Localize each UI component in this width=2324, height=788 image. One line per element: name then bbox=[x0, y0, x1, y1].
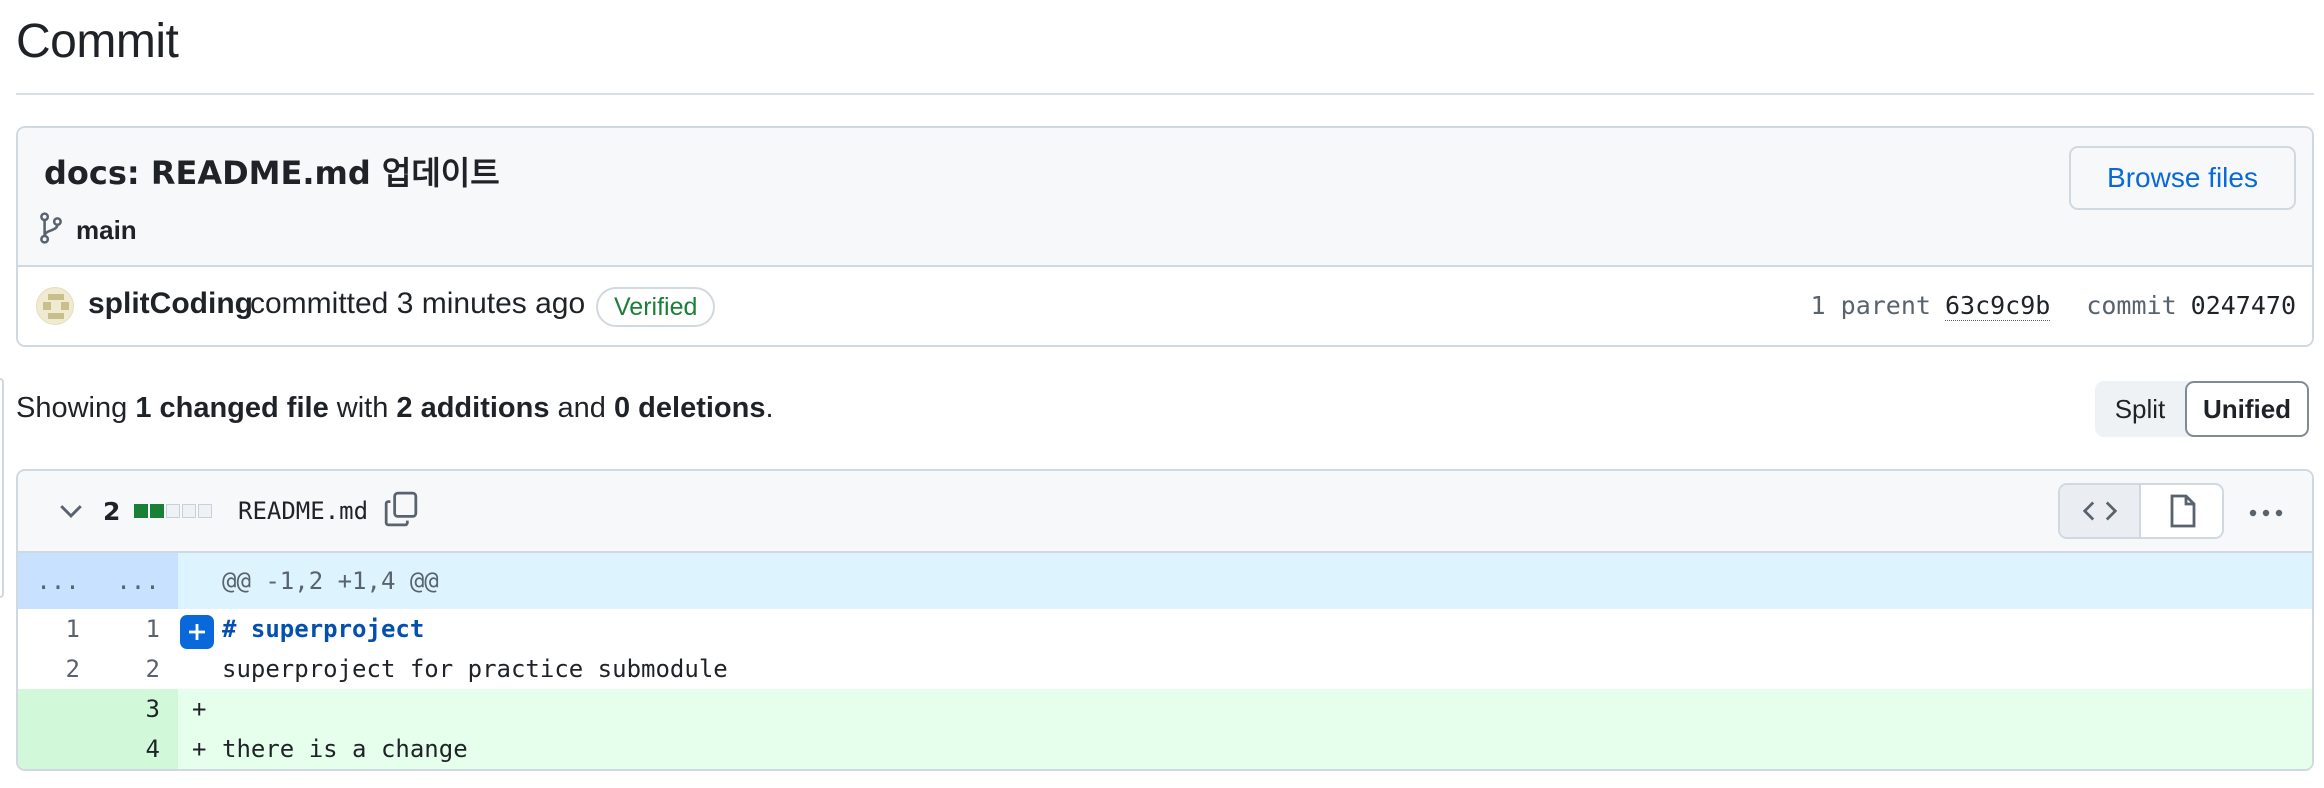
parent-sha-link[interactable]: 63c9c9b bbox=[1944, 291, 2051, 321]
unified-view-button[interactable]: Unified bbox=[2185, 381, 2309, 437]
code-icon[interactable] bbox=[2060, 485, 2142, 537]
file-name-link[interactable]: README.md bbox=[238, 497, 368, 525]
diffstat-addition-block bbox=[134, 504, 148, 518]
line-text: superproject for practice submodule bbox=[222, 655, 728, 683]
parent-label: 1 parent bbox=[1810, 291, 1931, 320]
new-line-number[interactable]: 4 bbox=[98, 729, 178, 769]
verified-badge[interactable]: Verified bbox=[596, 287, 716, 327]
git-branch-icon bbox=[38, 212, 64, 249]
page-title: Commit bbox=[16, 15, 179, 68]
new-line-number[interactable]: 1 bbox=[98, 609, 178, 649]
chevron-down-icon[interactable] bbox=[58, 501, 84, 526]
author-link[interactable]: splitCoding bbox=[88, 287, 253, 321]
old-line-number bbox=[18, 689, 98, 729]
diff-line-added[interactable]: 3 + bbox=[18, 689, 2312, 729]
new-line-number[interactable]: 2 bbox=[98, 649, 178, 689]
commit-message: docs: README.md 업데이트 bbox=[44, 154, 500, 192]
diffstat-addition-block bbox=[150, 504, 164, 518]
hunk-expand-new[interactable]: ... bbox=[98, 553, 178, 609]
file-icon[interactable] bbox=[2141, 485, 2222, 537]
hunk-expand-old[interactable]: ... bbox=[18, 553, 98, 609]
branch-name[interactable]: main bbox=[76, 215, 137, 246]
diffstat-neutral-block bbox=[182, 504, 196, 518]
diffstat-neutral-block bbox=[166, 504, 180, 518]
commit-header: docs: README.md 업데이트 main Browse files bbox=[18, 128, 2312, 267]
old-line-number[interactable]: 1 bbox=[18, 609, 98, 649]
old-line-number bbox=[18, 729, 98, 769]
commit-box: docs: README.md 업데이트 main Browse files s… bbox=[16, 126, 2314, 347]
hunk-header-row[interactable]: ... ... @@ -1,2 +1,4 @@ bbox=[18, 553, 2312, 609]
file-view-buttons bbox=[2058, 483, 2224, 539]
diff-summary: Showing 1 changed file with 2 additions … bbox=[16, 392, 774, 424]
diffstat-bar bbox=[134, 504, 212, 518]
add-marker: + bbox=[192, 735, 207, 763]
file-tree-toggle-edge bbox=[0, 378, 4, 598]
split-view-button[interactable]: Split bbox=[2095, 381, 2185, 437]
diff-body: ... ... @@ -1,2 +1,4 @@ 1 1 # superproje… bbox=[18, 553, 2312, 769]
branch-info[interactable]: main bbox=[38, 212, 137, 249]
diff-view-toggle: Split Unified bbox=[2095, 381, 2309, 437]
line-text: # superproject bbox=[222, 615, 425, 643]
new-line-number[interactable]: 3 bbox=[98, 689, 178, 729]
commit-hashes: 1 parent 63c9c9b commit 0247470 bbox=[1811, 291, 2296, 321]
file-diff: 2 README.md ... ... @@ -1,2 +1,4 @@ 1 1 … bbox=[16, 469, 2314, 771]
diffstat-neutral-block bbox=[198, 504, 212, 518]
commit-meta: splitCoding committed 3 minutes ago Veri… bbox=[18, 267, 2312, 345]
committed-time: committed 3 minutes ago bbox=[250, 287, 586, 320]
add-marker: + bbox=[192, 695, 207, 723]
kebab-horizontal-icon[interactable] bbox=[2238, 493, 2294, 533]
file-header: 2 README.md bbox=[18, 471, 2312, 553]
plus-icon[interactable] bbox=[180, 615, 214, 649]
diff-line[interactable]: 2 2 superproject for practice submodule bbox=[18, 649, 2312, 689]
commit-label: commit bbox=[2086, 291, 2177, 320]
commit-sha: 0247470 bbox=[2190, 291, 2296, 320]
line-text: there is a change bbox=[222, 735, 468, 763]
diff-line[interactable]: 1 1 # superproject bbox=[18, 609, 2312, 649]
title-divider bbox=[16, 93, 2314, 95]
old-line-number[interactable]: 2 bbox=[18, 649, 98, 689]
diff-line-added[interactable]: 4 + there is a change bbox=[18, 729, 2312, 769]
browse-files-button[interactable]: Browse files bbox=[2069, 146, 2296, 210]
hunk-header: @@ -1,2 +1,4 @@ bbox=[178, 553, 2312, 609]
change-count: 2 bbox=[103, 497, 121, 526]
avatar[interactable] bbox=[36, 287, 74, 325]
copy-icon[interactable] bbox=[384, 491, 418, 532]
